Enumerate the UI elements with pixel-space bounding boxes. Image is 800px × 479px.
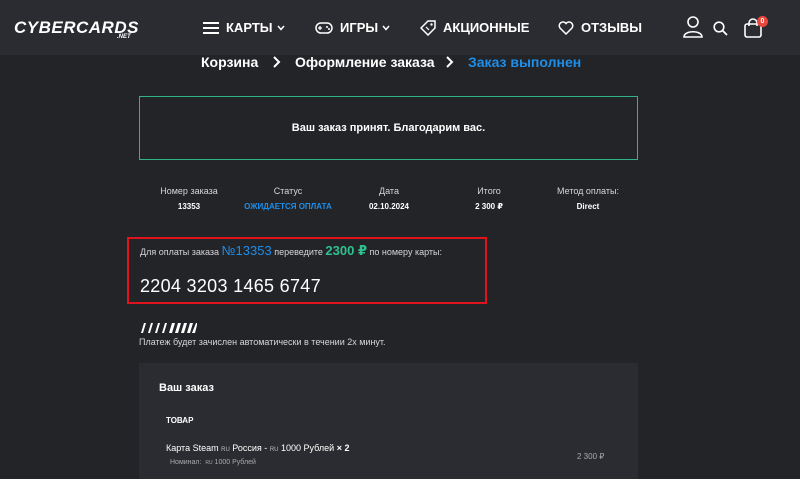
item-name-part: Россия - bbox=[232, 443, 268, 453]
nav-games-label: ИГРЫ bbox=[340, 20, 379, 35]
order-item-name[interactable]: Карта Steam RU Россия - RU 1000 Рублей ×… bbox=[166, 443, 349, 453]
meta-label: Метод оплаты: bbox=[557, 186, 619, 196]
card-number[interactable]: 2204 3203 1465 6747 bbox=[140, 276, 321, 297]
payment-instructions-box: Для оплаты заказа №13353 переведите 2300… bbox=[127, 237, 487, 304]
search-icon[interactable] bbox=[713, 21, 728, 41]
site-header: CYBERCARDS .NET КАРТЫ ИГРЫ АКЦИОННЫЕ ОТЗ… bbox=[0, 0, 800, 55]
payment-middle: переведите bbox=[274, 247, 323, 257]
chevron-down-icon bbox=[276, 25, 285, 31]
breadcrumb-done: Заказ выполнен bbox=[468, 54, 582, 70]
breadcrumb-checkout[interactable]: Оформление заказа bbox=[295, 54, 435, 70]
heart-icon bbox=[558, 20, 574, 35]
item-name-part: Карта Steam bbox=[166, 443, 219, 453]
gamepad-icon bbox=[315, 21, 333, 34]
payment-instruction: Для оплаты заказа №13353 переведите 2300… bbox=[140, 243, 442, 259]
payment-suffix: по номеру карты: bbox=[369, 247, 443, 257]
nav-games[interactable]: ИГРЫ bbox=[315, 0, 390, 55]
chevron-right-icon bbox=[445, 55, 454, 74]
cart-count-badge: 0 bbox=[757, 16, 768, 27]
order-item-variant: Номинал: RU 1000 Рублей bbox=[170, 459, 256, 466]
stripes-decoration bbox=[139, 320, 197, 338]
nav-promo[interactable]: АКЦИОННЫЕ bbox=[420, 0, 529, 55]
column-header-product: ТОВАР bbox=[166, 416, 194, 425]
nav-promo-label: АКЦИОННЫЕ bbox=[443, 20, 530, 35]
variant-label: Номинал: bbox=[170, 459, 202, 466]
nav-reviews[interactable]: ОТЗЫВЫ bbox=[558, 0, 642, 55]
auto-confirm-note: Платеж будет зачислен автоматически в те… bbox=[139, 337, 386, 347]
nav-reviews-label: ОТЗЫВЫ bbox=[581, 20, 643, 35]
user-icon[interactable] bbox=[683, 16, 703, 43]
order-summary-title: Ваш заказ bbox=[159, 382, 214, 394]
success-message-box: Ваш заказ принят. Благодарим вас. bbox=[139, 96, 638, 160]
order-summary-panel: Ваш заказ ТОВАР Карта Steam RU Россия - … bbox=[139, 363, 638, 479]
success-message: Ваш заказ принят. Благодарим вас. bbox=[291, 122, 486, 134]
variant-value: 1000 Рублей bbox=[214, 459, 256, 466]
flag-ru-icon: RU bbox=[269, 447, 279, 453]
chevron-down-icon bbox=[382, 25, 390, 31]
meta-payment-method: Метод оплаты: Direct bbox=[528, 186, 648, 211]
payment-prefix: Для оплаты заказа bbox=[140, 247, 220, 257]
item-quantity: × 2 bbox=[336, 443, 350, 453]
order-item-price: 2 300 ₽ bbox=[577, 452, 605, 461]
item-name-part: 1000 Рублей bbox=[281, 443, 335, 453]
payment-order-number: №13353 bbox=[221, 243, 272, 258]
menu-icon bbox=[203, 21, 219, 35]
tag-icon bbox=[420, 19, 436, 36]
nav-cards-label: КАРТЫ bbox=[226, 20, 273, 35]
breadcrumb-cart[interactable]: Корзина bbox=[201, 54, 258, 70]
payment-sum: 2300 ₽ bbox=[325, 243, 367, 258]
meta-value: Direct bbox=[576, 202, 600, 211]
nav-cards[interactable]: КАРТЫ bbox=[203, 0, 285, 55]
flag-ru-icon: RU bbox=[221, 447, 230, 453]
logo-suffix: .NET bbox=[117, 34, 131, 40]
chevron-right-icon bbox=[272, 55, 281, 74]
flag-ru-icon: RU bbox=[205, 460, 213, 466]
